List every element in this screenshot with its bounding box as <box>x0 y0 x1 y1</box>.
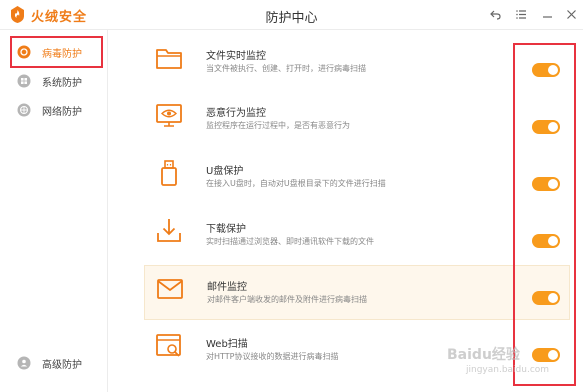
sidebar-item-label: 网络防护 <box>42 106 82 118</box>
row-description: 监控程序在运行过程中，是否有恶意行为 <box>206 121 350 130</box>
sidebar-item-label: 系统防护 <box>42 77 82 89</box>
back-arrow-icon[interactable] <box>487 6 503 22</box>
row-title: 邮件监控 <box>207 282 247 293</box>
highlight-box-sidebar <box>10 36 103 68</box>
menu-icon[interactable] <box>513 6 529 22</box>
sidebar-item-network-protection[interactable]: 网络防护 <box>0 96 108 124</box>
globe-icon <box>17 103 31 117</box>
close-icon[interactable] <box>563 6 579 22</box>
list-item-behavior-monitor: 恶意行为监控 监控程序在运行过程中，是否有恶意行为 <box>144 92 570 147</box>
list-item-file-monitor: 文件实时监控 当文件被执行、创建、打开时，进行病毒扫描 <box>144 35 570 90</box>
row-description: 对HTTP协议接收的数据进行病毒扫描 <box>206 352 339 361</box>
watermark-text: Baidu经验 <box>447 347 520 363</box>
advanced-icon <box>17 356 31 370</box>
title-bar: 火绒安全 防护中心 <box>0 0 583 30</box>
highlight-box-toggles <box>513 43 576 386</box>
row-title: U盘保护 <box>206 166 244 177</box>
monitor-eye-icon <box>156 104 182 127</box>
list-item-mail-monitor: 邮件监控 对邮件客户端收发的邮件及附件进行病毒扫描 <box>144 265 570 320</box>
minimize-icon[interactable] <box>539 6 555 22</box>
row-description: 实时扫描通过浏览器、即时通讯软件下载的文件 <box>206 237 374 246</box>
web-scan-icon <box>156 334 181 357</box>
list-item-download-protection: 下载保护 实时扫描通过浏览器、即时通讯软件下载的文件 <box>144 208 570 263</box>
row-description: 当文件被执行、创建、打开时，进行病毒扫描 <box>206 64 366 73</box>
row-title: 下载保护 <box>206 224 246 235</box>
folder-icon <box>156 49 182 69</box>
list-item-usb-protection: U盘保护 在接入U盘时，自动对U盘根目录下的文件进行扫描 <box>144 150 570 205</box>
row-description: 对邮件客户端收发的邮件及附件进行病毒扫描 <box>207 295 367 304</box>
sidebar-item-advanced-protection[interactable]: 高级防护 <box>0 349 108 377</box>
sidebar-item-label: 高级防护 <box>42 359 82 371</box>
sidebar-item-system-protection[interactable]: 系统防护 <box>0 67 108 95</box>
watermark-subtext: jingyan.baidu.com <box>466 365 550 375</box>
usb-drive-icon <box>161 160 177 186</box>
windows-icon <box>17 74 31 88</box>
download-icon <box>157 219 181 242</box>
row-title: 恶意行为监控 <box>206 108 266 119</box>
sidebar: 病毒防护 系统防护 网络防护 高级防护 <box>0 30 108 392</box>
row-title: 文件实时监控 <box>206 51 266 62</box>
protection-list: 文件实时监控 当文件被执行、创建、打开时，进行病毒扫描 恶意行为监控 监控程序在… <box>109 30 583 392</box>
mail-icon <box>157 279 183 299</box>
row-description: 在接入U盘时，自动对U盘根目录下的文件进行扫描 <box>206 179 386 188</box>
row-title: Web扫描 <box>206 339 248 350</box>
